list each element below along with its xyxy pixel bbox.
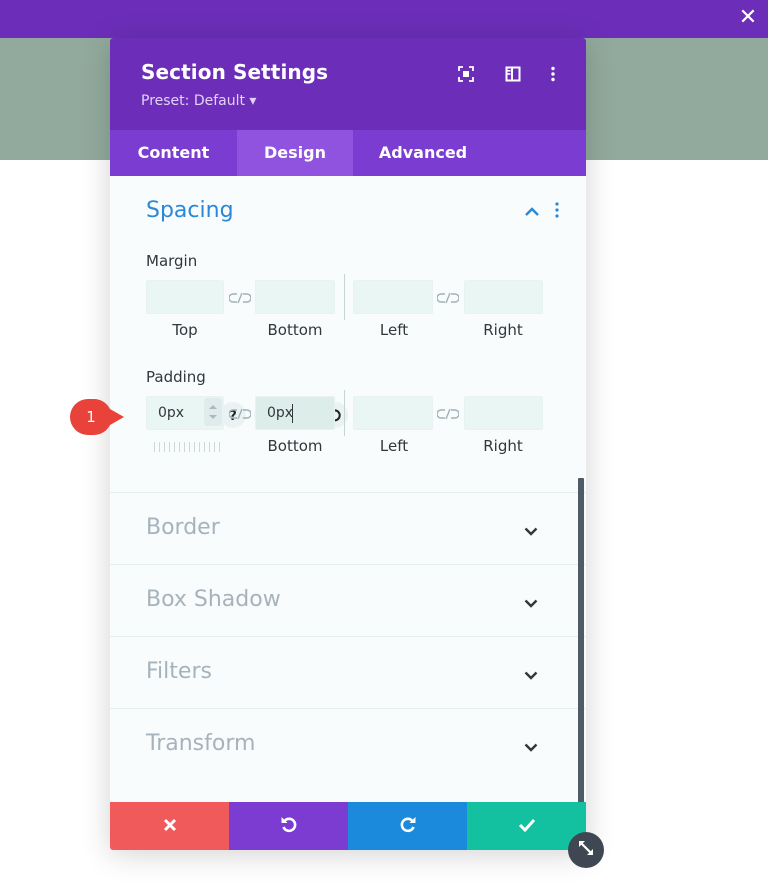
sidebar-toggle-icon[interactable]	[501, 62, 525, 86]
annotation-number: 1	[86, 408, 96, 426]
chevron-down-icon	[524, 737, 538, 756]
fullscreen-icon[interactable]	[454, 62, 478, 86]
spacing-options-icon[interactable]	[554, 202, 560, 222]
section-settings-modal: Section Settings Preset: Default ▾ Conte…	[110, 38, 586, 850]
tab-design[interactable]: Design	[237, 130, 353, 176]
annotation-callout: 1	[68, 397, 126, 437]
margin-left-input[interactable]	[353, 280, 433, 314]
margin-right-input[interactable]	[464, 280, 543, 314]
chevron-down-icon	[524, 521, 538, 540]
padding-label: Padding	[146, 368, 206, 386]
padding-right-label: Right	[483, 437, 523, 455]
margin-top-input[interactable]	[146, 280, 224, 314]
box-shadow-group-title: Box Shadow	[146, 587, 281, 612]
padding-left-label: Left	[379, 437, 409, 455]
padding-bottom-label: Bottom	[267, 437, 323, 455]
link-icon[interactable]	[436, 290, 460, 304]
border-group-title: Border	[146, 515, 220, 540]
discard-button[interactable]	[110, 802, 229, 850]
resize-arrows-icon	[577, 839, 595, 861]
settings-scroll-area: Spacing Margin Top Bottom Left Right Pad…	[110, 176, 586, 846]
modal-footer	[110, 802, 586, 850]
filters-group[interactable]: Filters	[110, 636, 586, 708]
more-options-icon[interactable]	[541, 62, 565, 86]
margin-left-label: Left	[379, 321, 409, 339]
modal-header: Section Settings Preset: Default ▾	[110, 38, 586, 130]
modal-title: Section Settings	[141, 60, 329, 84]
border-group[interactable]: Border	[110, 492, 586, 564]
close-builder-button[interactable]: ✕	[734, 4, 762, 32]
undo-icon	[280, 815, 298, 837]
filters-group-title: Filters	[146, 659, 212, 684]
tab-advanced[interactable]: Advanced	[353, 130, 493, 176]
resize-handle[interactable]	[568, 832, 604, 868]
redo-icon	[399, 815, 417, 837]
margin-label: Margin	[146, 252, 198, 270]
tab-bar: Content Design Advanced	[110, 130, 586, 176]
chevron-up-icon[interactable]	[524, 202, 540, 221]
padding-slider[interactable]	[154, 442, 220, 452]
text-caret	[292, 404, 293, 423]
link-icon[interactable]	[228, 406, 252, 420]
margin-divider	[344, 274, 345, 320]
link-icon[interactable]	[228, 290, 252, 304]
number-stepper[interactable]	[203, 397, 223, 427]
padding-divider	[344, 390, 345, 436]
margin-top-label: Top	[172, 321, 198, 339]
builder-top-bar	[0, 0, 768, 38]
chevron-down-icon	[524, 593, 538, 612]
scrollbar[interactable]	[578, 478, 584, 846]
box-shadow-group[interactable]: Box Shadow	[110, 564, 586, 636]
redo-button[interactable]	[348, 802, 467, 850]
spacing-section-title[interactable]: Spacing	[146, 198, 234, 223]
check-icon	[518, 817, 536, 836]
x-icon	[163, 817, 177, 836]
padding-left-input[interactable]	[353, 396, 433, 430]
chevron-down-icon	[524, 665, 538, 684]
tab-content[interactable]: Content	[110, 130, 237, 176]
padding-bottom-input[interactable]: 0px	[255, 396, 335, 430]
preset-selector[interactable]: Preset: Default ▾	[141, 93, 256, 109]
transform-group[interactable]: Transform	[110, 708, 586, 802]
undo-button[interactable]	[229, 802, 348, 850]
transform-group-title: Transform	[146, 731, 256, 756]
link-icon[interactable]	[436, 406, 460, 420]
margin-right-label: Right	[483, 321, 523, 339]
margin-bottom-label: Bottom	[267, 321, 323, 339]
margin-bottom-input[interactable]	[255, 280, 335, 314]
padding-right-input[interactable]	[464, 396, 543, 430]
